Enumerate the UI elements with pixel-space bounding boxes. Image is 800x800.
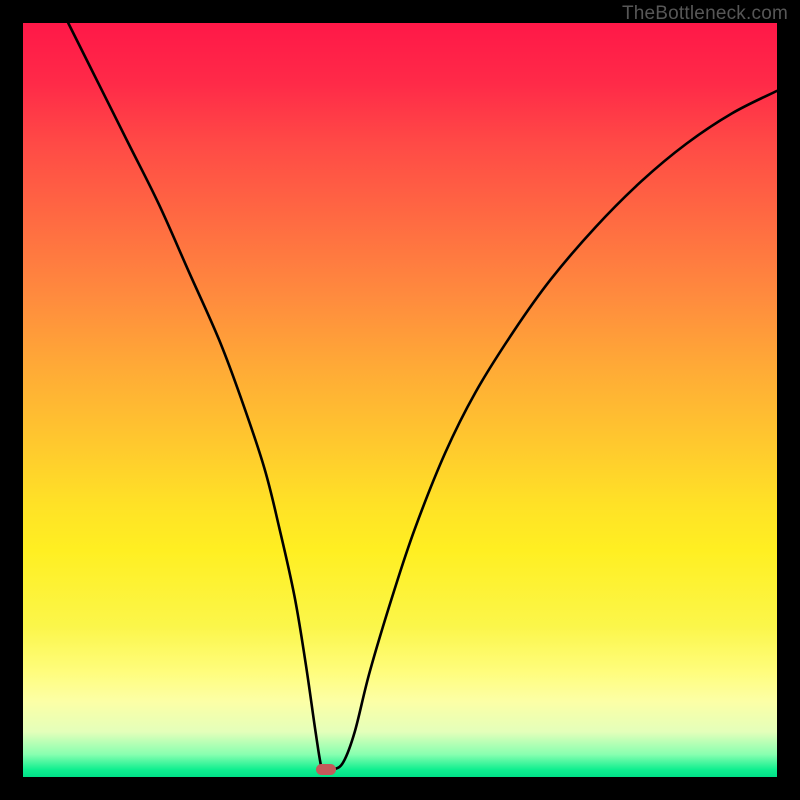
bottleneck-curve <box>23 23 777 777</box>
watermark-label: TheBottleneck.com <box>622 3 788 25</box>
optimal-point-marker <box>316 764 336 775</box>
